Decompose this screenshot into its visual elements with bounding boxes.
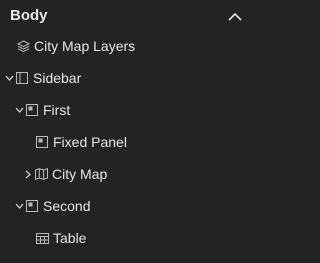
tree-item-label: Table — [53, 230, 87, 246]
map-icon — [34, 167, 48, 181]
panel-header: Body — [0, 0, 252, 32]
tree-item-label: Sidebar — [33, 70, 82, 86]
chevron-right-icon[interactable] — [23, 168, 33, 180]
tree-item-label: First — [43, 102, 71, 118]
layers-icon — [16, 39, 30, 53]
table-icon — [35, 231, 49, 245]
sidebar-panel-icon — [15, 71, 29, 85]
tree-item-label: City Map — [52, 166, 108, 182]
chevron-down-icon[interactable] — [4, 72, 14, 84]
tree-item-table[interactable]: Table — [0, 222, 287, 254]
tree-item-second[interactable]: Second — [0, 190, 266, 222]
tree-item-first[interactable]: First — [0, 94, 266, 126]
tree-item-label: City Map Layers — [34, 38, 136, 54]
tree-item-city-map[interactable]: City Map — [0, 158, 275, 190]
panel-icon — [35, 135, 49, 149]
panel-icon — [25, 103, 39, 117]
panel-icon — [25, 199, 39, 213]
chevron-down-icon[interactable] — [14, 200, 24, 212]
layer-tree-panel: Body City Map Layers Sidebar First Fixed… — [0, 0, 252, 263]
tree-item-sidebar[interactable]: Sidebar — [0, 62, 256, 94]
tree-item-label: Fixed Panel — [53, 134, 127, 150]
collapse-button[interactable] — [226, 8, 244, 24]
tree-item-label: Second — [43, 198, 91, 214]
chevron-down-icon[interactable] — [14, 104, 24, 116]
tree-item-city-map-layers[interactable]: City Map Layers — [0, 30, 268, 62]
panel-title: Body — [10, 7, 48, 24]
tree-item-fixed-panel[interactable]: Fixed Panel — [0, 126, 287, 158]
chevron-up-icon — [228, 12, 242, 21]
